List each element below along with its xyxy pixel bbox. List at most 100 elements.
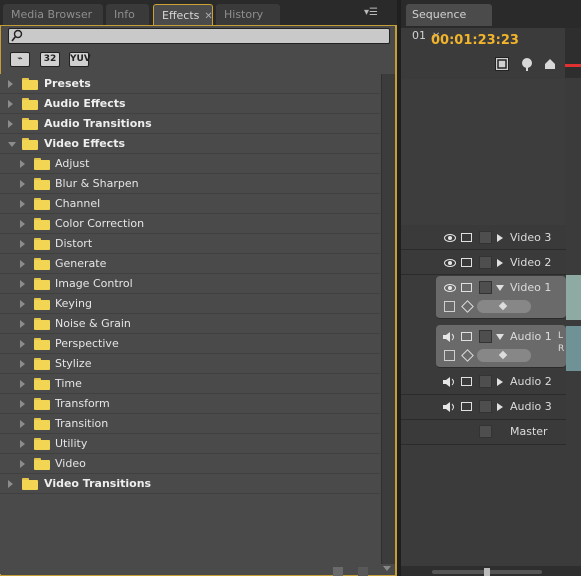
- effects-tree-item-utility[interactable]: Utility: [0, 434, 380, 454]
- speaker-icon[interactable]: [443, 402, 456, 412]
- expand-arrow-icon[interactable]: [8, 120, 13, 128]
- video-clip[interactable]: [566, 275, 581, 320]
- lock-toggle[interactable]: [479, 375, 492, 388]
- folder-icon: [34, 238, 50, 250]
- sync-lock-icon[interactable]: [461, 233, 472, 242]
- expand-arrow-icon[interactable]: [20, 220, 25, 228]
- snap-icon[interactable]: [495, 57, 509, 71]
- lock-toggle[interactable]: [479, 281, 492, 294]
- expand-track-icon[interactable]: [497, 403, 503, 411]
- expand-arrow-icon[interactable]: [20, 420, 25, 428]
- lock-toggle[interactable]: [479, 400, 492, 413]
- tab-history[interactable]: History: [216, 4, 280, 25]
- accelerated-effects-label: ⌁: [17, 54, 23, 64]
- search-input[interactable]: [8, 28, 390, 44]
- playhead-timecode[interactable]: 00:01:23:23: [431, 33, 519, 48]
- collapse-arrow-icon[interactable]: [8, 142, 16, 147]
- lock-toggle[interactable]: [479, 256, 492, 269]
- effects-tree-item-transition[interactable]: Transition: [0, 414, 380, 434]
- sync-lock-icon[interactable]: [461, 283, 472, 292]
- speaker-icon[interactable]: [443, 377, 456, 387]
- expand-arrow-icon[interactable]: [20, 280, 25, 288]
- add-marker-icon[interactable]: [543, 57, 557, 71]
- keyframe-navigator[interactable]: [477, 300, 531, 313]
- sync-lock-icon[interactable]: [461, 377, 472, 386]
- eye-icon[interactable]: [444, 234, 456, 242]
- tab-info[interactable]: Info: [106, 4, 149, 25]
- display-waveform-icon[interactable]: [444, 350, 455, 361]
- panel-menu-icon[interactable]: ▾☰: [364, 8, 382, 18]
- folder-icon: [34, 418, 50, 430]
- sync-lock-icon[interactable]: [461, 332, 472, 341]
- expand-track-icon[interactable]: [497, 259, 503, 267]
- expand-arrow-icon[interactable]: [8, 80, 13, 88]
- tab-media-browser[interactable]: Media Browser: [3, 4, 103, 25]
- effects-tree-item-generate[interactable]: Generate: [0, 254, 380, 274]
- expand-arrow-icon[interactable]: [8, 100, 13, 108]
- display-style-icon[interactable]: [444, 301, 455, 312]
- lock-toggle[interactable]: [479, 330, 492, 343]
- expand-arrow-icon[interactable]: [20, 380, 25, 388]
- tab-sequence-01[interactable]: Sequence 01 ✕: [406, 4, 492, 42]
- expand-track-icon[interactable]: [497, 234, 503, 242]
- eye-icon[interactable]: [444, 259, 456, 267]
- accelerated-effects-button[interactable]: ⌁: [10, 52, 30, 67]
- effects-tree-item-presets[interactable]: Presets: [0, 74, 380, 94]
- expand-arrow-icon[interactable]: [20, 200, 25, 208]
- effects-tree-item-video-effects[interactable]: Video Effects: [0, 134, 380, 154]
- channel-left-label: L: [558, 331, 564, 341]
- effects-tree-item-perspective[interactable]: Perspective: [0, 334, 380, 354]
- expand-arrow-icon[interactable]: [20, 240, 25, 248]
- tab-effects[interactable]: Effects ✕: [153, 4, 213, 25]
- yuv-effects-button[interactable]: YUV: [69, 52, 91, 67]
- lock-toggle[interactable]: [479, 231, 492, 244]
- effects-tree-item-color-correction[interactable]: Color Correction: [0, 214, 380, 234]
- new-bin-icon[interactable]: [333, 567, 343, 576]
- keyframe-navigator[interactable]: [477, 349, 531, 362]
- effects-tree-item-stylize[interactable]: Stylize: [0, 354, 380, 374]
- expand-arrow-icon[interactable]: [20, 320, 25, 328]
- effects-tree-item-noise-grain[interactable]: Noise & Grain: [0, 314, 380, 334]
- collapse-track-icon[interactable]: [496, 334, 504, 340]
- effects-tree-item-transform[interactable]: Transform: [0, 394, 380, 414]
- zoom-slider-thumb[interactable]: [484, 568, 490, 576]
- effects-tree-item-keying[interactable]: Keying: [0, 294, 380, 314]
- sync-lock-icon[interactable]: [461, 402, 472, 411]
- marker-icon[interactable]: [520, 57, 534, 71]
- effects-tree-label: Keying: [55, 297, 92, 310]
- expand-track-icon[interactable]: [497, 378, 503, 386]
- effects-tree-item-distort[interactable]: Distort: [0, 234, 380, 254]
- sync-lock-icon[interactable]: [461, 258, 472, 267]
- expand-arrow-icon[interactable]: [20, 180, 25, 188]
- expand-arrow-icon[interactable]: [20, 340, 25, 348]
- scroll-down-arrow-icon[interactable]: [383, 566, 391, 571]
- effects-tree-item-blur-sharpen[interactable]: Blur & Sharpen: [0, 174, 380, 194]
- effects-tree-item-adjust[interactable]: Adjust: [0, 154, 380, 174]
- time-ruler[interactable]: [565, 28, 581, 78]
- collapse-track-icon[interactable]: [496, 285, 504, 291]
- effects-tree-item-channel[interactable]: Channel: [0, 194, 380, 214]
- audio-clip[interactable]: [566, 326, 581, 371]
- effects-tree-item-audio-effects[interactable]: Audio Effects: [0, 94, 380, 114]
- expand-arrow-icon[interactable]: [20, 300, 25, 308]
- work-area-bar[interactable]: [565, 64, 581, 67]
- expand-arrow-icon[interactable]: [20, 460, 25, 468]
- close-icon[interactable]: ✕: [204, 11, 212, 22]
- expand-arrow-icon[interactable]: [20, 260, 25, 268]
- effects-tree-item-audio-transitions[interactable]: Audio Transitions: [0, 114, 380, 134]
- effects-tree-item-video-transitions[interactable]: Video Transitions: [0, 474, 380, 494]
- expand-arrow-icon[interactable]: [20, 440, 25, 448]
- expand-arrow-icon[interactable]: [20, 400, 25, 408]
- speaker-icon[interactable]: [443, 332, 456, 342]
- delete-icon[interactable]: [358, 567, 368, 576]
- 32-bit-effects-button[interactable]: 32: [40, 52, 60, 67]
- lock-toggle[interactable]: [479, 425, 492, 438]
- expand-arrow-icon[interactable]: [20, 360, 25, 368]
- effects-tree-item-time[interactable]: Time: [0, 374, 380, 394]
- effects-tree-item-image-control[interactable]: Image Control: [0, 274, 380, 294]
- eye-icon[interactable]: [444, 284, 456, 292]
- effects-scrollbar[interactable]: [381, 74, 395, 564]
- expand-arrow-icon[interactable]: [8, 480, 13, 488]
- expand-arrow-icon[interactable]: [20, 160, 25, 168]
- effects-tree-item-video[interactable]: Video: [0, 454, 380, 474]
